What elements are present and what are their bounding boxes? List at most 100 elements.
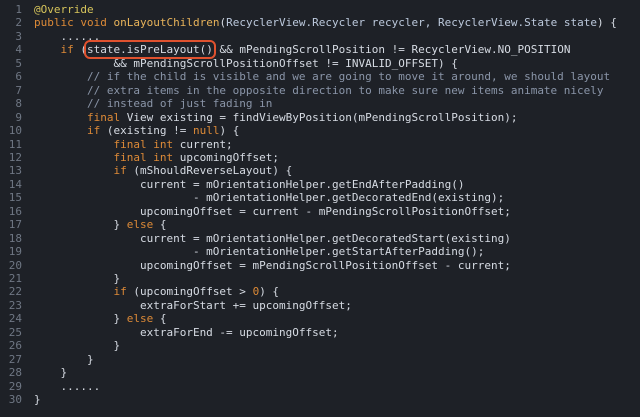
line-number: 14 (8, 177, 22, 191)
code-token: public void (34, 16, 114, 30)
code-line[interactable]: current = mOrientationHelper.getDecorate… (34, 232, 511, 245)
code-editor[interactable]: 1 2 3 4 5 6 7 8 9 10 11 12 13 14 15 16 17 18 19 20 21 22 23 24 2… (0, 0, 640, 417)
code-line[interactable]: && mPendingScrollPositionOffset != INVAL… (34, 56, 458, 70)
code-token: ( (80, 43, 87, 57)
code-line[interactable]: } (34, 339, 120, 352)
code-line[interactable]: // instead of just fading in (34, 97, 272, 110)
line-number: 22 (8, 285, 22, 299)
code-token: } (34, 393, 41, 407)
code-token: } (34, 312, 127, 326)
code-line[interactable]: // extra items in the opposite direction… (34, 84, 604, 97)
code-token: ...... (34, 379, 101, 393)
code-token: upcomingOffset; (179, 150, 280, 164)
code-token: } (34, 339, 121, 353)
code-token: else (126, 218, 160, 232)
code-line[interactable]: - mOrientationHelper.getDecoratedEnd(exi… (34, 191, 504, 204)
code-token: if (34, 124, 107, 138)
code-token: // extra items in the opposite direction… (34, 83, 604, 97)
line-number: 8 (15, 97, 22, 111)
code-line[interactable]: } (34, 272, 120, 285)
code-line[interactable]: current = mOrientationHelper.getEndAfter… (34, 177, 465, 191)
code-token: (existing != (106, 124, 193, 138)
code-token: if (34, 285, 134, 299)
code-token: } (34, 366, 68, 380)
code-token: final (34, 110, 127, 124)
code-area[interactable]: @Override public void onLayoutChildren(Re… (34, 0, 640, 417)
code-line[interactable]: // if the child is visible and we are go… (34, 70, 610, 83)
line-number: 25 (8, 325, 22, 339)
line-number: 5 (15, 56, 22, 70)
line-number: 21 (8, 272, 22, 285)
code-token: // if the child is visible and we are go… (34, 70, 611, 84)
code-line[interactable]: if (existing != null) { (34, 124, 239, 137)
code-token: current = mOrientationHelper.getEndAfter… (34, 177, 465, 191)
code-line[interactable]: if (mShouldReverseLayout) { (34, 164, 292, 177)
code-line[interactable]: @Override (34, 3, 94, 16)
line-number: 13 (8, 164, 22, 178)
code-token: extraForStart += upcomingOffset; (34, 298, 352, 312)
code-line[interactable]: upcomingOffset = mPendingScrollPositionO… (34, 259, 511, 272)
line-number: 17 (8, 218, 22, 232)
line-number: 28 (8, 366, 22, 380)
code-line[interactable]: final View existing = findViewByPosition… (34, 111, 517, 124)
code-token: else (126, 312, 160, 326)
line-number: 27 (8, 352, 22, 366)
line-number: 9 (15, 110, 22, 124)
code-token: { (159, 218, 167, 232)
code-token: onLayoutChildren (113, 16, 220, 30)
code-line[interactable]: } else { (34, 312, 166, 325)
code-token: extraForEnd -= upcomingOffset; (34, 325, 339, 339)
code-line[interactable]: ...... (34, 30, 100, 43)
code-token: (upcomingOffset > (133, 285, 253, 299)
code-token: ) { (219, 124, 240, 138)
code-token: null (192, 124, 220, 138)
code-token: } (34, 218, 127, 232)
line-number: 2 (15, 16, 22, 30)
code-token: && mPendingScrollPosition != RecyclerVie… (212, 43, 571, 57)
line-number: 26 (8, 339, 22, 353)
code-line[interactable]: extraForEnd -= upcomingOffset; (34, 326, 339, 339)
line-number: 12 (8, 150, 22, 164)
code-token: current = mOrientationHelper.getDecorate… (34, 231, 511, 245)
code-token: } (34, 352, 94, 366)
line-number: 16 (8, 204, 22, 218)
code-line[interactable]: final int upcomingOffset; (34, 151, 279, 164)
code-token: { (159, 312, 167, 326)
code-token: current; (179, 137, 233, 151)
code-line[interactable]: public void onLayoutChildren(RecyclerVie… (34, 16, 617, 29)
code-token: ...... (34, 29, 101, 43)
code-token: } (34, 272, 121, 285)
code-line[interactable]: } (34, 393, 41, 406)
code-token: ) { (596, 16, 617, 30)
code-line[interactable]: final int current; (34, 137, 233, 151)
line-number: 11 (8, 137, 22, 151)
code-token: - mOrientationHelper.getDecoratedEnd(exi… (34, 191, 505, 205)
line-number-gutter: 1 2 3 4 5 6 7 8 9 10 11 12 13 14 15 16 17 18 19 20 21 22 23 24 2… (0, 0, 22, 417)
code-token: && mPendingScrollPositionOffset != INVAL… (34, 56, 458, 70)
code-line[interactable]: ...... (34, 380, 100, 393)
code-token: RecyclerView.Recycler recycler, Recycler… (226, 16, 597, 30)
code-token: final int (34, 150, 180, 164)
code-line[interactable]: upcomingOffset = current - mPendingScrol… (34, 205, 511, 218)
code-line[interactable]: } else { (34, 218, 166, 231)
code-line[interactable]: - mOrientationHelper.getStartAfterPaddin… (34, 245, 484, 258)
line-number: 10 (8, 124, 22, 138)
code-token: @Override (34, 3, 94, 16)
line-number: 19 (8, 245, 22, 259)
code-token: - mOrientationHelper.getStartAfterPaddin… (34, 245, 485, 259)
line-number: 15 (8, 191, 22, 205)
code-line[interactable]: extraForStart += upcomingOffset; (34, 299, 352, 312)
code-token: final int (34, 137, 180, 151)
line-number: 18 (8, 231, 22, 245)
code-line[interactable]: } (34, 366, 67, 379)
line-number: 6 (15, 70, 22, 84)
code-line[interactable]: if (state.isPreLayout() && mPendingScrol… (34, 40, 571, 60)
line-number: 30 (8, 393, 22, 407)
line-number: 4 (15, 43, 22, 57)
code-token: upcomingOffset = current - mPendingScrol… (34, 204, 511, 218)
line-number: 24 (8, 312, 22, 326)
code-token: if (34, 43, 81, 57)
code-line[interactable]: } (34, 353, 94, 366)
line-number: 20 (8, 258, 22, 272)
code-line[interactable]: if (upcomingOffset > 0) { (34, 285, 279, 298)
